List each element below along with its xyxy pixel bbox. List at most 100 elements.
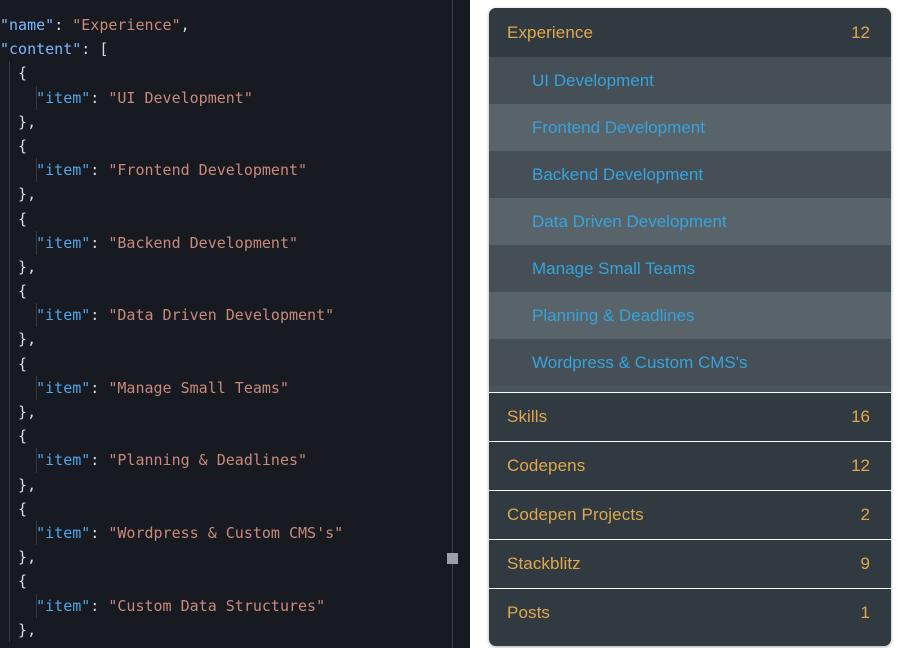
accordion-sub-item[interactable]: Planning & Deadlines <box>489 292 891 339</box>
accordion-header-count: 1 <box>860 603 870 622</box>
indent-guide <box>36 520 37 546</box>
code-line: { <box>0 279 470 304</box>
code-token-brace: { <box>18 209 28 228</box>
code-token-key-deep: "item" <box>36 523 91 542</box>
code-token-punct: : <box>90 161 109 180</box>
code-token-key: "name" <box>0 16 55 34</box>
accordion-header-label: Stackblitz <box>507 554 581 573</box>
code-token-brace: }, <box>18 620 37 639</box>
preview-pane: Experience 12 UI Development Frontend Devel… <box>470 0 900 648</box>
accordion-sub-item[interactable]: UI Development <box>489 57 891 104</box>
accordion-sub-item[interactable]: Data Driven Development <box>489 198 891 245</box>
indent-guide <box>36 593 37 618</box>
code-token-punct: : <box>90 378 109 397</box>
accordion-header-count: 12 <box>851 22 870 42</box>
code-token-str: "Wordpress & Custom CMS's" <box>108 523 344 542</box>
accordion-sub-item[interactable]: Wordpress & Custom CMS's <box>489 339 891 386</box>
code-token-brace: { <box>18 282 28 301</box>
indent-guide <box>9 351 10 376</box>
code-token-brace: }, <box>18 403 37 421</box>
code-token-key-deep: "item" <box>36 88 91 107</box>
accordion-header-label: Experience <box>507 22 594 42</box>
code-token-punct: : <box>90 233 109 252</box>
accordion-header-stackblitz[interactable]: Stackblitz 9 <box>489 539 891 588</box>
indent-guide <box>36 230 37 255</box>
accordion-header-count: 16 <box>851 407 870 426</box>
indent-guide <box>9 303 10 328</box>
accordion-sub-item[interactable]: Manage Small Teams <box>489 245 891 292</box>
code-token-brace: { <box>18 354 28 373</box>
code-line: { <box>0 133 470 159</box>
code-token-brace: }, <box>18 548 37 567</box>
code-token-str: "Custom Data Structures" <box>108 596 326 615</box>
code-line: { <box>0 496 470 521</box>
code-line: { <box>0 424 470 449</box>
code-token-brace: [ <box>99 40 109 59</box>
code-token-punct: , <box>180 16 190 34</box>
code-line: "item": "UI Development" <box>0 85 470 110</box>
code-line: "item": "Planning & Deadlines" <box>0 448 470 473</box>
code-token-punct: : <box>90 451 109 470</box>
accordion-header-label: Codepens <box>507 456 586 475</box>
indent-guide <box>36 448 37 473</box>
code-line: "item": "Manage Small Teams" <box>0 375 470 400</box>
code-token-brace: { <box>18 499 28 518</box>
code-line: }, <box>0 472 470 497</box>
code-token-brace: { <box>18 64 28 83</box>
indent-guide <box>9 569 10 594</box>
indent-guide <box>9 230 10 255</box>
accordion-header-skills[interactable]: Skills 16 <box>489 392 891 441</box>
accordion-sub-item[interactable]: Backend Development <box>489 151 891 198</box>
json-code-content[interactable]: "name": "Experience", "content": [ { "item"… <box>0 0 470 648</box>
code-line: }, <box>0 109 470 134</box>
code-line: "item": "Frontend Development" <box>0 158 470 183</box>
accordion-header-label: Codepen Projects <box>507 505 644 524</box>
accordion-header-codepens[interactable]: Codepens 12 <box>489 441 891 490</box>
code-token-brace: { <box>18 427 28 446</box>
code-line: }, <box>0 617 470 642</box>
code-line: }, <box>0 327 470 352</box>
code-token-brace: }, <box>18 475 37 494</box>
code-token-brace: }, <box>18 185 37 204</box>
indent-guide <box>9 448 10 473</box>
indent-guide <box>9 254 10 280</box>
code-token-punct: : <box>90 88 109 107</box>
indent-guide <box>9 617 10 642</box>
accordion-header-count: 9 <box>860 554 870 573</box>
json-code-panel[interactable]: "name": "Experience", "content": [ { "item"… <box>0 0 470 648</box>
indent-guide <box>9 61 10 86</box>
code-line: }, <box>0 400 470 425</box>
app-screen: "name": "Experience", "content": [ { "item"… <box>0 0 900 648</box>
indent-guide <box>9 496 10 521</box>
indent-guide <box>9 206 10 231</box>
indent-guide <box>36 158 37 183</box>
code-token-punct: : <box>90 596 109 615</box>
indent-guide <box>36 85 37 110</box>
code-token-str: "Experience" <box>72 16 181 34</box>
accordion-header-codepen-projects[interactable]: Codepen Projects 2 <box>489 490 891 539</box>
code-token-punct: : <box>81 40 100 59</box>
code-token-str: "Backend Development" <box>108 233 299 252</box>
accordion-header-label: Skills <box>507 407 548 426</box>
code-line: "item": "Backend Development" <box>0 230 470 255</box>
code-token-str: "Frontend Development" <box>108 161 308 180</box>
code-token-brace: }, <box>18 330 37 349</box>
indent-guide <box>9 520 10 546</box>
indent-guide <box>9 472 10 497</box>
accordion-header-label: Posts <box>507 603 551 622</box>
code-line: "content": [ <box>0 37 470 61</box>
code-token-key-deep: "item" <box>36 306 91 325</box>
indent-guide <box>9 375 10 400</box>
accordion-header-posts[interactable]: Posts 1 <box>489 588 891 637</box>
code-token-key-deep: "item" <box>36 596 91 615</box>
indent-guide <box>36 303 37 328</box>
accordion-header-experience[interactable]: Experience 12 <box>489 8 891 57</box>
accordion-sub-item[interactable]: Frontend Development <box>489 104 891 151</box>
code-token-brace: { <box>18 136 28 155</box>
code-line: { <box>0 569 470 594</box>
indent-guide <box>9 545 10 570</box>
code-scrollbar-thumb[interactable] <box>447 553 458 564</box>
indent-guide <box>9 133 10 159</box>
code-panel-divider <box>452 0 453 648</box>
code-token-str: "UI Development" <box>108 88 253 107</box>
